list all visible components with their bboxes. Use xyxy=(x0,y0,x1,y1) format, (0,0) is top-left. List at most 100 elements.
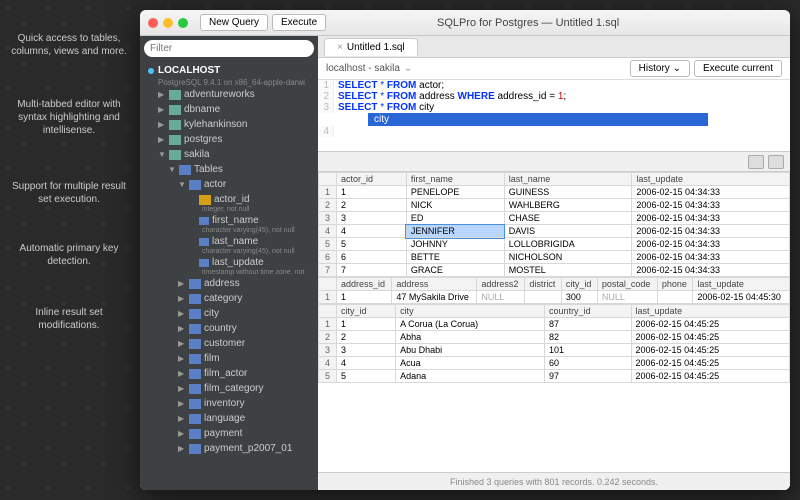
cell[interactable]: 2006-02-15 04:34:33 xyxy=(632,264,790,277)
cell[interactable]: ED xyxy=(406,212,504,225)
cell[interactable]: Acua xyxy=(396,357,545,370)
cell[interactable]: 3 xyxy=(337,344,396,357)
cell[interactable]: 300 xyxy=(561,291,597,304)
cell[interactable]: NICHOLSON xyxy=(504,251,632,264)
cell[interactable]: 1 xyxy=(337,291,392,304)
table-film_category[interactable]: ▶film_category xyxy=(140,381,318,396)
column-header[interactable]: postal_code xyxy=(597,278,657,291)
cell[interactable]: 2006-02-15 04:34:33 xyxy=(632,251,790,264)
cell[interactable]: 2006-02-15 04:45:25 xyxy=(631,331,789,344)
table-row[interactable]: 66BETTENICHOLSON2006-02-15 04:34:33 xyxy=(319,251,790,264)
cell[interactable]: 5 xyxy=(337,370,396,383)
filter-input[interactable] xyxy=(144,40,314,57)
export-icon[interactable] xyxy=(748,155,764,169)
maximize-icon[interactable] xyxy=(178,18,188,28)
table-row[interactable]: 22NICKWAHLBERG2006-02-15 04:34:33 xyxy=(319,199,790,212)
cell[interactable] xyxy=(657,291,692,304)
cell[interactable]: GUINESS xyxy=(504,186,632,199)
cell[interactable]: Adana xyxy=(396,370,545,383)
cell[interactable]: 2006-02-15 04:34:33 xyxy=(632,186,790,199)
cell[interactable]: 2006-02-15 04:45:25 xyxy=(631,344,789,357)
column-header[interactable]: last_update xyxy=(631,305,789,318)
table-row[interactable]: 44JENNIFERDAVIS2006-02-15 04:34:33 xyxy=(319,225,790,238)
column-header[interactable]: city_id xyxy=(337,305,396,318)
cell[interactable]: 60 xyxy=(545,357,631,370)
close-icon[interactable] xyxy=(148,18,158,28)
column-actor_id[interactable]: actor_id xyxy=(140,192,318,207)
table-row[interactable]: 11PENELOPEGUINESS2006-02-15 04:34:33 xyxy=(319,186,790,199)
execute-button[interactable]: Execute xyxy=(272,14,326,31)
table-film_actor[interactable]: ▶film_actor xyxy=(140,366,318,381)
close-tab-icon[interactable]: × xyxy=(337,42,343,53)
cell[interactable]: 82 xyxy=(545,331,631,344)
cell[interactable]: 101 xyxy=(545,344,631,357)
table-payment_p2007_01[interactable]: ▶payment_p2007_01 xyxy=(140,441,318,456)
table-customer[interactable]: ▶customer xyxy=(140,336,318,351)
column-header[interactable]: first_name xyxy=(406,173,504,186)
column-header[interactable]: city xyxy=(396,305,545,318)
db-kylehankinson[interactable]: ▶kylehankinson xyxy=(140,117,318,132)
table-country[interactable]: ▶country xyxy=(140,321,318,336)
cell[interactable]: Abha xyxy=(396,331,545,344)
cell[interactable]: 7 xyxy=(337,264,407,277)
table-row[interactable]: 44Acua602006-02-15 04:45:25 xyxy=(319,357,790,370)
cell[interactable]: 2006-02-15 04:45:25 xyxy=(631,318,789,331)
sql-editor[interactable]: 1SELECT * FROM actor; 2SELECT * FROM add… xyxy=(318,80,790,152)
cell[interactable]: 3 xyxy=(337,212,407,225)
column-last_name[interactable]: last_name xyxy=(140,234,318,249)
cell[interactable]: NULL xyxy=(477,291,525,304)
cell[interactable]: DAVIS xyxy=(504,225,632,238)
intellisense-item[interactable]: city xyxy=(368,113,708,126)
table-row[interactable]: 55JOHNNYLOLLOBRIGIDA2006-02-15 04:34:33 xyxy=(319,238,790,251)
cell[interactable]: 2006-02-15 04:45:25 xyxy=(631,357,789,370)
column-header[interactable]: city_id xyxy=(561,278,597,291)
cell[interactable]: 6 xyxy=(337,251,407,264)
copy-icon[interactable] xyxy=(768,155,784,169)
column-header[interactable]: address2 xyxy=(477,278,525,291)
result-table[interactable]: address_idaddressaddress2districtcity_id… xyxy=(318,277,790,304)
table-payment[interactable]: ▶payment xyxy=(140,426,318,441)
cell[interactable]: 2006-02-15 04:45:25 xyxy=(631,370,789,383)
cell[interactable]: JOHNNY xyxy=(406,238,504,251)
table-actor[interactable]: ▼actor xyxy=(140,177,318,192)
cell[interactable]: PENELOPE xyxy=(406,186,504,199)
cell[interactable]: 2 xyxy=(337,199,407,212)
db-adventureworks[interactable]: ▶adventureworks xyxy=(140,87,318,102)
column-header[interactable]: last_name xyxy=(504,173,632,186)
cell[interactable]: 2 xyxy=(337,331,396,344)
column-header[interactable]: phone xyxy=(657,278,692,291)
table-city[interactable]: ▶city xyxy=(140,306,318,321)
column-header[interactable]: country_id xyxy=(545,305,631,318)
table-row[interactable]: 55Adana972006-02-15 04:45:25 xyxy=(319,370,790,383)
table-row[interactable]: 22Abha822006-02-15 04:45:25 xyxy=(319,331,790,344)
cell[interactable]: MOSTEL xyxy=(504,264,632,277)
table-film[interactable]: ▶film xyxy=(140,351,318,366)
history-button[interactable]: History ⌄ xyxy=(630,60,690,77)
execute-current-button[interactable]: Execute current xyxy=(694,60,782,77)
column-first_name[interactable]: first_name xyxy=(140,213,318,228)
result-table[interactable]: city_idcitycountry_idlast_update11A Coru… xyxy=(318,304,790,383)
cell[interactable]: 87 xyxy=(545,318,631,331)
cell[interactable]: 4 xyxy=(337,225,407,238)
column-header[interactable]: district xyxy=(525,278,562,291)
cell[interactable]: 2006-02-15 04:34:33 xyxy=(632,225,790,238)
column-last_update[interactable]: last_update xyxy=(140,255,318,270)
cell[interactable]: 97 xyxy=(545,370,631,383)
cell[interactable]: GRACE xyxy=(406,264,504,277)
tables-folder[interactable]: ▼Tables xyxy=(140,162,318,177)
db-sakila[interactable]: ▼sakila xyxy=(140,147,318,162)
column-header[interactable]: address_id xyxy=(337,278,392,291)
editor-tab[interactable]: ×Untitled 1.sql xyxy=(324,38,418,56)
cell[interactable]: 2006-02-15 04:45:30 xyxy=(693,291,790,304)
cell[interactable]: 4 xyxy=(337,357,396,370)
table-language[interactable]: ▶language xyxy=(140,411,318,426)
cell[interactable]: 2006-02-15 04:34:33 xyxy=(632,212,790,225)
db-dbname[interactable]: ▶dbname xyxy=(140,102,318,117)
table-category[interactable]: ▶category xyxy=(140,291,318,306)
connection-crumb[interactable]: localhost - sakila xyxy=(326,63,400,74)
column-header[interactable]: actor_id xyxy=(337,173,407,186)
table-inventory[interactable]: ▶inventory xyxy=(140,396,318,411)
table-row[interactable]: 11A Corua (La Corua)872006-02-15 04:45:2… xyxy=(319,318,790,331)
cell[interactable]: BETTE xyxy=(406,251,504,264)
results-panel[interactable]: actor_idfirst_namelast_namelast_update11… xyxy=(318,172,790,472)
